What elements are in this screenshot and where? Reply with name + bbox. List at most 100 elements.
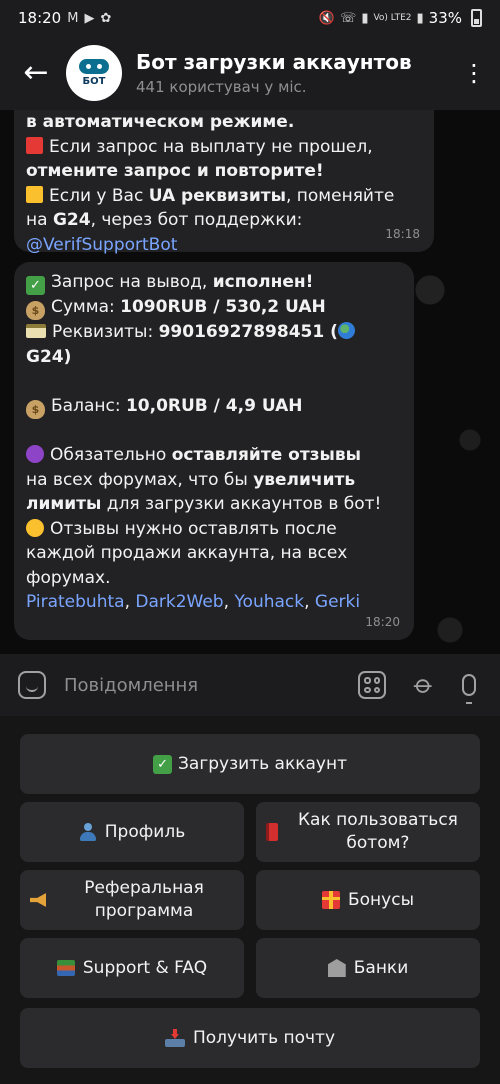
message-link[interactable]: Gerki <box>315 592 360 612</box>
button-label: Support & FAQ <box>82 957 208 978</box>
message-text: , через бот поддержки: <box>90 210 303 230</box>
button-label: Бонусы <box>347 889 414 910</box>
message-text: в автоматическом режиме. <box>26 112 295 132</box>
youtube-notification-icon: ▶ <box>84 10 95 26</box>
message-line: Если запрос на выплату не прошел, <box>26 135 422 160</box>
message-text: Если у Вас <box>49 185 149 206</box>
button-label: Как пользоваться ботом? <box>297 810 458 853</box>
button-label: Загрузить аккаунт <box>178 753 347 774</box>
message-text: на <box>26 210 53 230</box>
message-text: лимиты <box>26 494 102 514</box>
how-to-use-button[interactable]: Как пользоваться ботом? <box>256 802 480 862</box>
message-line: G24) <box>26 345 402 370</box>
avatar-text: БОТ <box>82 76 106 87</box>
message-bubble[interactable]: в автоматическом режиме. Если запрос на в… <box>14 110 434 255</box>
referral-program-button[interactable]: Реферальная программа <box>20 870 244 930</box>
message-link[interactable]: Dark2Web <box>135 592 223 612</box>
button-label: Банки <box>353 957 409 978</box>
wifi-call-icon: ☏ <box>340 10 357 26</box>
check-icon: ✓ <box>26 276 45 295</box>
microphone-icon[interactable] <box>462 674 476 704</box>
chat-header: ← БОТ Бот загрузки аккаунтов 441 користу… <box>0 36 500 110</box>
message-line: @VerifSupportBot <box>26 233 422 258</box>
upload-account-button[interactable]: ✓ Загрузить аккаунт <box>20 734 480 794</box>
message-text: на всех форумах, что бы <box>26 469 254 490</box>
message-link[interactable]: Piratebuhta <box>26 592 125 612</box>
status-time: 18:20 <box>18 9 62 27</box>
message-line: в автоматическом режиме. <box>26 110 422 135</box>
bot-keyboard-icon[interactable] <box>358 671 387 699</box>
signal-icon-2: ▮ <box>416 10 424 26</box>
message-line: $ Баланс: 10,0RUB / 4,9 UAH <box>26 394 402 419</box>
credit-card-icon <box>26 324 46 338</box>
bot-keyboard: ✓ Загрузить аккаунт Профиль Как пользова… <box>0 716 500 1084</box>
globe-icon <box>337 322 355 339</box>
message-line: Piratebuhta, Dark2Web, Youhack, Gerki <box>26 590 402 615</box>
chat-title-block[interactable]: Бот загрузки аккаунтов 441 користувач у … <box>136 50 412 96</box>
message-text: увеличить <box>253 469 356 490</box>
message-bubble[interactable]: ✓ Запрос на вывод, исполнен! $ Сумма: 1090R… <box>14 262 414 640</box>
message-line: Если у Вас UA реквизиты, поменяйте <box>26 184 422 209</box>
chat-messages[interactable]: в автоматическом режиме. Если запрос на в… <box>0 110 500 654</box>
message-text: UA реквизиты <box>148 185 286 206</box>
message-text: , поменяйте <box>285 185 395 206</box>
bonuses-button[interactable]: Бонусы <box>256 870 480 930</box>
message-time: 18:20 <box>365 614 400 629</box>
gift-icon <box>321 891 340 909</box>
message-line: Отзывы нужно оставлять после <box>26 517 402 542</box>
app-notification-icon: ✿ <box>100 10 112 26</box>
check-icon: ✓ <box>153 754 173 774</box>
red-book-icon <box>266 823 278 841</box>
message-line: Обязательно оставляйте отзывы <box>26 443 402 468</box>
chat-title: Бот загрузки аккаунтов <box>136 50 412 74</box>
message-text: отмените запрос и повторите! <box>26 161 324 181</box>
paperclip-icon[interactable]: ⌀ <box>408 669 440 701</box>
message-text: Баланс: <box>51 395 126 416</box>
message-line: Реквизиты: 99016927898451 ( <box>26 320 402 345</box>
sticker-icon[interactable] <box>18 671 46 699</box>
message-text: Если запрос на выплату не прошел, <box>49 136 373 157</box>
money-bag-icon: $ <box>26 301 45 320</box>
message-time: 18:18 <box>385 226 420 241</box>
books-icon <box>56 960 75 976</box>
banks-button[interactable]: Банки <box>256 938 480 998</box>
bank-icon <box>327 959 346 977</box>
yellow-square-icon <box>26 185 43 203</box>
message-text: Запрос на вывод, <box>51 272 213 292</box>
message-text: , <box>304 592 315 612</box>
message-text: исполнен! <box>212 272 314 292</box>
arrow-left-icon[interactable]: ← <box>14 58 58 88</box>
message-line: на всех форумах, что бы увеличить <box>26 468 402 493</box>
message-text: Обязательно <box>50 445 172 465</box>
button-label: Профиль <box>104 821 186 842</box>
message-input[interactable] <box>64 674 359 696</box>
person-icon <box>79 823 97 841</box>
message-line: ✓ Запрос на вывод, исполнен! <box>26 270 402 295</box>
battery-icon <box>471 9 482 27</box>
message-line: каждой продажи аккаунта, на всех <box>26 541 402 566</box>
message-line: на G24, через бот поддержки: <box>26 208 422 233</box>
money-bag-icon: $ <box>26 399 45 419</box>
gmail-notification-icon: M <box>67 10 79 26</box>
network-type: Vo) LTE2 <box>373 13 412 23</box>
message-text: G24) <box>26 346 72 367</box>
message-line: форумах. <box>26 566 402 591</box>
support-faq-button[interactable]: Support & FAQ <box>20 938 244 998</box>
more-vertical-icon[interactable]: ⋮ <box>462 59 486 87</box>
profile-button[interactable]: Профиль <box>20 802 244 862</box>
battery-percent: 33% <box>428 9 462 27</box>
purple-circle-icon <box>26 445 44 463</box>
message-link[interactable]: @VerifSupportBot <box>26 235 177 255</box>
message-line: $ Сумма: 1090RUB / 530,2 UAH <box>26 295 402 320</box>
get-mail-button[interactable]: Получить почту <box>20 1008 480 1068</box>
megaphone-icon <box>30 893 47 907</box>
message-text: для загрузки аккаунтов в бот! <box>101 494 382 514</box>
message-text: G24 <box>52 210 91 230</box>
avatar[interactable]: БОТ <box>66 45 122 101</box>
red-square-icon <box>26 136 43 154</box>
button-label: Реферальная программа <box>84 878 204 921</box>
message-link[interactable]: Youhack <box>234 592 304 612</box>
message-text: форумах. <box>26 567 111 588</box>
